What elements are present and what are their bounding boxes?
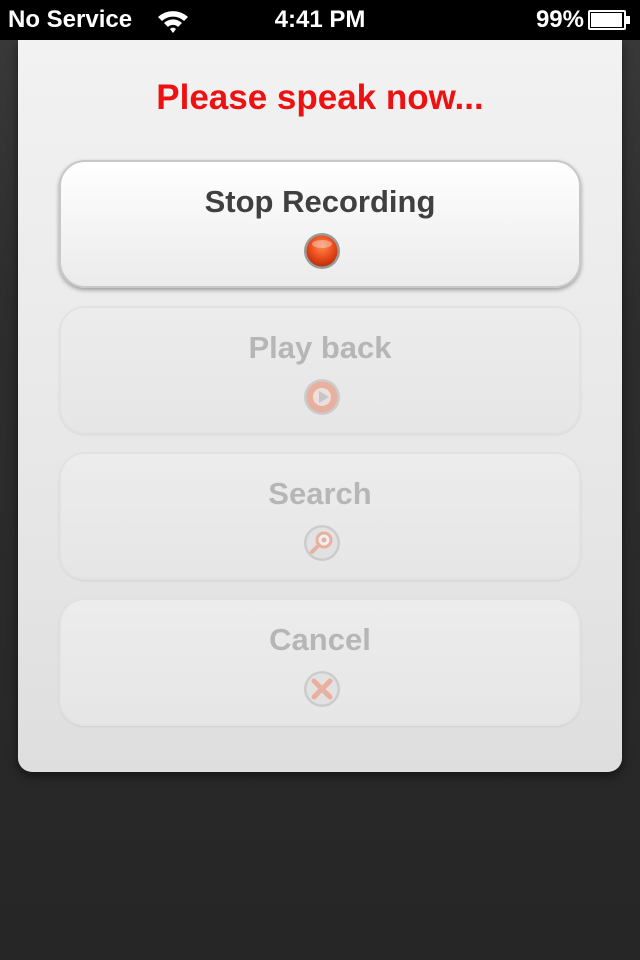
cancel-icon (304, 671, 340, 707)
search-label: Search (268, 476, 372, 511)
battery-icon (588, 10, 630, 30)
search-button[interactable]: Search (59, 452, 581, 580)
search-icon (304, 525, 340, 561)
status-bar: No Service 4:41 PM 99% (0, 0, 640, 40)
cancel-label: Cancel (269, 622, 371, 657)
battery-percent: 99% (535, 6, 584, 33)
record-icon (304, 233, 340, 269)
play-back-label: Play back (248, 330, 392, 365)
stop-recording-label: Stop Recording (204, 184, 436, 219)
speak-prompt: Please speak now... (156, 78, 484, 117)
play-back-button[interactable]: Play back (59, 306, 581, 434)
stop-recording-button[interactable]: Stop Recording (59, 160, 581, 288)
play-icon (304, 379, 340, 415)
cancel-button[interactable]: Cancel (59, 598, 581, 726)
voice-search-dialog: Please speak now... Stop Recording Play … (18, 40, 622, 772)
